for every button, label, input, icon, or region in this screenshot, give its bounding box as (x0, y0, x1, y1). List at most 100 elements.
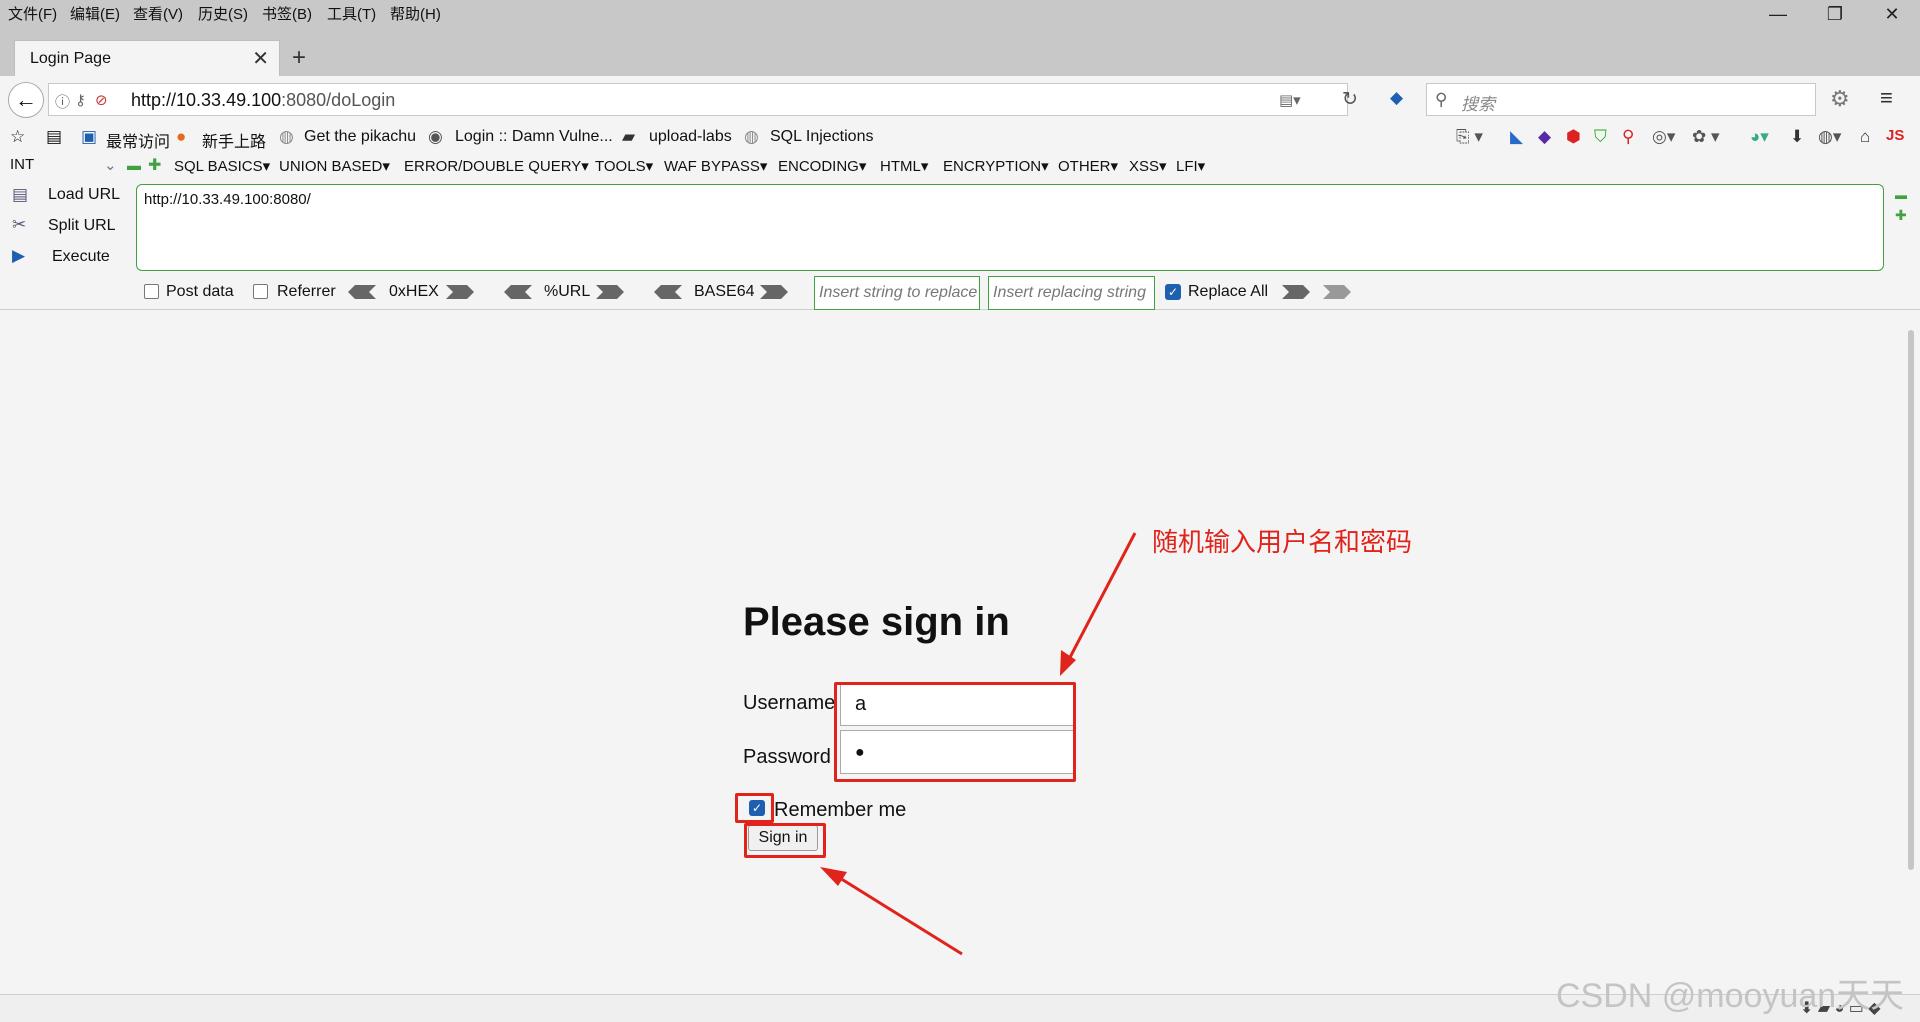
hackbar-menu-lfi[interactable]: LFI▾ (1176, 157, 1205, 175)
address-text: http://10.33.49.100:8080/doLogin (131, 90, 395, 111)
base64-label: BASE64 (694, 283, 755, 300)
tab-login-page[interactable]: Login Page ✕ (14, 40, 280, 76)
home-icon[interactable]: ⌂ (1860, 127, 1870, 147)
menu-hamburger-icon[interactable]: ≡ (1880, 85, 1893, 111)
replace-all-checkbox[interactable]: ✓ (1165, 284, 1181, 300)
menu-help[interactable]: 帮助(H) (390, 3, 441, 24)
execute-icon: ▶ (12, 246, 26, 265)
library-icon[interactable]: ▤ (46, 127, 62, 147)
eye-addon-icon[interactable]: ◎▾ (1652, 127, 1675, 147)
shrink-icon[interactable]: ▬ (1895, 188, 1907, 202)
load-url-icon: ▤ (12, 185, 29, 204)
adblock-icon[interactable]: ⬢ (1566, 127, 1581, 147)
close-tab-icon[interactable]: ✕ (252, 46, 269, 71)
menu-bookmarks[interactable]: 书签(B) (262, 3, 312, 24)
address-bar[interactable]: ⓘ ⚷ ⊘ http://10.33.49.100:8080/doLogin ▤… (48, 83, 1348, 116)
url-host: http://10.33.49.100 (131, 90, 282, 110)
bookmark-folder-icon: ▣ (81, 127, 98, 146)
hackbar-menu-html[interactable]: HTML▾ (880, 157, 928, 175)
referrer-label: Referrer (277, 283, 336, 300)
bookmark-dvwa[interactable]: Login :: Damn Vulne... (455, 128, 613, 146)
globe-icon: ◍ (279, 127, 294, 146)
bookmark-sql-injections[interactable]: SQL Injections (770, 128, 873, 146)
menu-bar: 文件(F) 编辑(E) 查看(V) 历史(S) 书签(B) 工具(T) 帮助(H… (0, 0, 1920, 26)
menu-history[interactable]: 历史(S) (198, 3, 248, 24)
extension-icon[interactable]: ◆ (1390, 88, 1403, 108)
bookmark-upload-labs[interactable]: upload-labs (649, 128, 732, 146)
urlenc-label: %URL (544, 283, 591, 300)
hackbar-menu-error-double-query[interactable]: ERROR/DOUBLE QUERY▾ (404, 157, 589, 175)
shield-icon[interactable]: ⛉ (1594, 127, 1607, 147)
username-label: Username (743, 692, 836, 714)
menu-tools[interactable]: 工具(T) (327, 3, 376, 24)
page-actions-icon[interactable]: ▤▾ (1279, 91, 1301, 109)
menu-view[interactable]: 查看(V) (133, 3, 183, 24)
replace-string-input[interactable]: Insert string to replace (814, 276, 980, 310)
minimize-button[interactable]: — (1763, 4, 1793, 25)
annotation-box-remember (735, 793, 774, 823)
reload-icon[interactable]: ↻ (1342, 88, 1358, 111)
chevron-down-icon: ⌄ (104, 157, 117, 174)
post-data-checkbox[interactable] (144, 284, 159, 299)
url-path: :8080/doLogin (281, 90, 396, 110)
type-select[interactable]: INT ⌄ (10, 156, 120, 176)
insecure-icon: ⊘ (95, 92, 108, 109)
scrollbar-thumb[interactable] (1908, 330, 1914, 870)
bookmark-pikachu[interactable]: Get the pikachu (304, 128, 416, 146)
bookmark-most-visited[interactable]: 最常访问 (106, 128, 170, 152)
password-label: Password (743, 746, 831, 768)
addon-n-icon[interactable]: ◣ (1510, 127, 1523, 147)
hackbar-menu-encoding[interactable]: ENCODING▾ (778, 157, 866, 175)
dvwa-icon: ◉ (428, 127, 443, 146)
globe-addon-icon[interactable]: ◕▾ (1750, 127, 1769, 147)
hackbar-menu-encryption[interactable]: ENCRYPTION▾ (943, 157, 1049, 175)
hackbar-url-value: http://10.33.49.100:8080/ (144, 191, 311, 208)
split-url-button[interactable]: Split URL (48, 217, 116, 235)
bookmarks-bar: ☆ ▤ ▣ 最常访问 ● 新手上路 ◍ Get the pikachu ◉ Lo… (0, 122, 1920, 154)
minus-icon[interactable]: ▬ (127, 157, 141, 173)
account-icon[interactable]: ◍▾ (1818, 127, 1841, 147)
expand-icon[interactable]: ✚ (1895, 207, 1907, 224)
magnifier-addon-icon[interactable]: ⚲ (1622, 127, 1634, 147)
star-icon[interactable]: ☆ (10, 127, 25, 147)
globe-icon-2: ◍ (744, 127, 759, 146)
new-tab-button[interactable]: + (292, 44, 306, 72)
hackbar-menu-xss[interactable]: XSS▾ (1129, 157, 1167, 175)
settings-gear-icon[interactable]: ⚙ (1830, 86, 1850, 112)
referrer-checkbox[interactable] (253, 284, 268, 299)
remember-me-label: Remember me (774, 799, 907, 821)
plus-icon[interactable]: ✚ (148, 155, 161, 175)
tab-strip (0, 26, 1920, 76)
upload-labs-icon: ▰ (622, 127, 636, 146)
replace-all-label: Replace All (1188, 283, 1269, 300)
javascript-toggle-icon[interactable]: JS (1886, 127, 1904, 144)
search-box[interactable]: ⚲ 搜索 (1426, 83, 1816, 116)
close-window-button[interactable]: ✕ (1877, 4, 1907, 25)
page-title: Please sign in (743, 600, 1010, 644)
hackbar-menu-other[interactable]: OTHER▾ (1058, 157, 1118, 175)
restore-button[interactable]: ❐ (1820, 4, 1850, 25)
menu-file[interactable]: 文件(F) (8, 3, 57, 24)
tab-title: Login Page (30, 50, 111, 67)
execute-button[interactable]: Execute (52, 248, 110, 266)
toolbar-addon-icons[interactable]: ⎘ ▾ (1456, 127, 1483, 147)
hackbar-menu-tools[interactable]: TOOLS▾ (595, 157, 653, 175)
download-icon[interactable]: ⬇ (1790, 127, 1804, 147)
firefox-icon: ● (176, 127, 187, 146)
key-icon: ⚷ (75, 92, 86, 109)
hackbar-url-textarea[interactable]: http://10.33.49.100:8080/ (136, 184, 1884, 271)
hackbar-menu-union-based[interactable]: UNION BASED▾ (279, 157, 390, 175)
type-select-value: INT (10, 156, 35, 173)
replacing-string-input[interactable]: Insert replacing string (988, 276, 1155, 310)
page-content (0, 312, 1904, 994)
addon-diamond-icon[interactable]: ◆ (1538, 127, 1551, 147)
load-url-button[interactable]: Load URL (48, 186, 120, 204)
menu-edit[interactable]: 编辑(E) (70, 3, 120, 24)
bookmark-getting-started[interactable]: 新手上路 (202, 128, 266, 152)
watermark: CSDN @mooyuan天天 (1556, 977, 1905, 1015)
hackbar-menu-sql-basics[interactable]: SQL BASICS▾ (174, 157, 270, 175)
back-button[interactable]: ← (8, 82, 44, 118)
palette-icon[interactable]: ✿ ▾ (1692, 127, 1720, 147)
search-icon: ⚲ (1435, 90, 1448, 109)
hackbar-menu-waf-bypass[interactable]: WAF BYPASS▾ (664, 157, 767, 175)
